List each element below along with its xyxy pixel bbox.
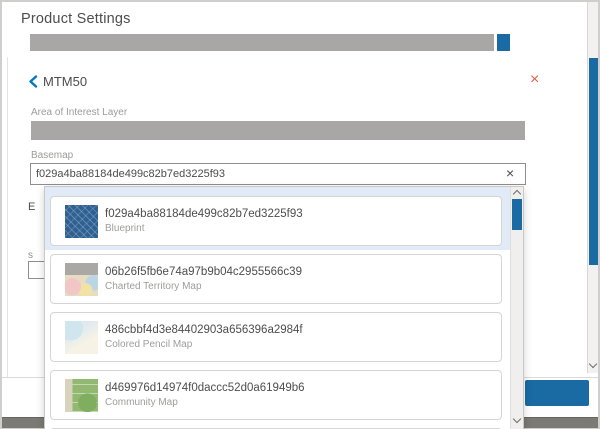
basemap-input[interactable] [30,163,526,185]
main-scrollbar-thumb[interactable] [589,58,598,265]
primary-action-button[interactable] [525,380,589,406]
redacted-top-field[interactable] [30,34,494,51]
page-title: Product Settings [21,11,131,27]
dropdown-scrollbar[interactable] [510,187,523,429]
obscured-label-fragment-2: s [28,250,33,261]
area-of-interest-field[interactable] [31,121,525,140]
clear-input-icon[interactable]: × [506,166,514,180]
basemap-option[interactable]: f029a4ba88184de499c82b7ed3225f93 Bluepri… [45,187,510,250]
basemap-option-name: Colored Pencil Map [105,338,303,351]
basemap-option-name: Charted Territory Map [105,280,302,293]
basemap-option-card[interactable]: 486cbbf4d3e84402903a656396a2984f Colored… [50,312,502,362]
back-button[interactable]: MTM50 [28,74,87,89]
basemap-option-name: Community Map [105,396,305,409]
close-icon[interactable]: × [530,72,539,88]
basemap-option-card[interactable]: d469976d14974f0daccc52d0a61949b6 Communi… [50,370,502,420]
basemap-thumbnail-icon [65,321,98,354]
basemap-option-card[interactable]: f029a4ba88184de499c82b7ed3225f93 Bluepri… [50,196,502,246]
basemap-option-list: f029a4ba88184de499c82b7ed3225f93 Bluepri… [45,187,510,429]
scroll-up-icon[interactable] [513,190,521,198]
basemap-thumbnail-icon [65,379,98,412]
back-label: MTM50 [43,74,87,89]
basemap-option[interactable]: 06b26f5fb6e74a97b9b04c2955566c39 Charted… [45,250,510,308]
top-field-action-button[interactable] [497,34,510,51]
basemap-option[interactable]: d469976d14974f0daccc52d0a61949b6 Communi… [45,366,510,424]
basemap-thumbnail-icon [65,263,98,296]
basemap-option-name: Blueprint [105,222,303,235]
dropdown-scrollbar-thumb[interactable] [512,199,522,230]
basemap-label: Basemap [31,150,73,161]
main-scrollbar[interactable] [587,2,598,373]
panel-left-divider [7,57,8,377]
basemap-option-id: d469976d14974f0daccc52d0a61949b6 [105,381,305,395]
basemap-option[interactable]: 486cbbf4d3e84402903a656396a2984f Colored… [45,308,510,366]
area-of-interest-label: Area of Interest Layer [31,107,127,118]
basemap-option-card[interactable]: 06b26f5fb6e74a97b9b04c2955566c39 Charted… [50,254,502,304]
product-settings-window: Product Settings MTM50 × Area of Interes… [0,0,600,429]
scroll-down-icon[interactable] [589,360,597,368]
basemap-thumbnail-icon [65,205,98,238]
obscured-label-fragment-1: E [28,201,35,213]
basemap-option-id: 06b26f5fb6e74a97b9b04c2955566c39 [105,265,302,279]
basemap-option-id: 486cbbf4d3e84402903a656396a2984f [105,323,303,337]
basemap-option-id: f029a4ba88184de499c82b7ed3225f93 [105,207,303,221]
basemap-dropdown-panel: f029a4ba88184de499c82b7ed3225f93 Bluepri… [44,186,524,429]
scroll-down-icon[interactable] [513,415,521,423]
chevron-left-icon [28,75,38,88]
